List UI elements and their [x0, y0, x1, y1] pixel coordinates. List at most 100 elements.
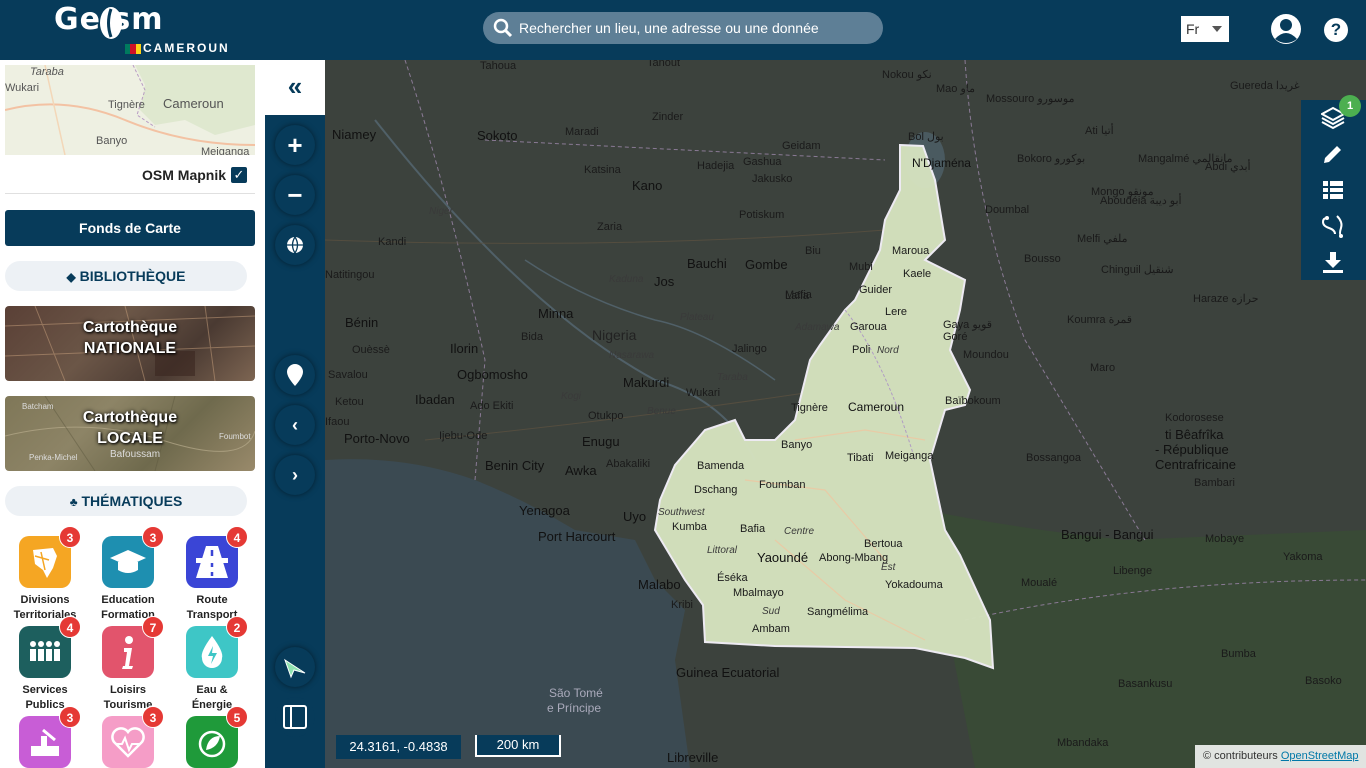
- thematiques-header[interactable]: ♣ THÉMATIQUES: [5, 486, 247, 516]
- map-label: Bol بول: [908, 131, 944, 143]
- basemap-preview[interactable]: Taraba Wukari Tignère Cameroun Banyo Mei…: [5, 65, 255, 155]
- map-label: Nigeria: [592, 327, 637, 343]
- map-label: Banyo: [781, 439, 813, 451]
- map-label: Biu: [805, 245, 821, 257]
- map-label: Garoua: [850, 321, 887, 333]
- map-label: Zinder: [652, 111, 684, 123]
- zoom-out-button[interactable]: −: [275, 175, 315, 215]
- map-label: Moualé: [1021, 577, 1058, 589]
- thematic-route[interactable]: 4 Route Transport: [172, 526, 252, 623]
- map-label: Bertoua: [864, 538, 903, 550]
- cartotheque-nationale-title: Cartothèque NATIONALE: [5, 317, 255, 359]
- search-bar[interactable]: Rechercher un lieu, une adresse ou une d…: [483, 12, 883, 44]
- map-label: Minna: [538, 306, 574, 321]
- map-label: ti Bêafrîka: [1165, 427, 1224, 442]
- map-label: Bokoro بوكورو: [1017, 153, 1086, 165]
- sidebar-toggle-icon[interactable]: [275, 697, 315, 737]
- thematic-divisions[interactable]: 3 Divisions Territoriales: [5, 526, 85, 623]
- map-label: Savalou: [328, 369, 368, 381]
- previous-view-button[interactable]: ‹: [275, 405, 315, 445]
- africa-map-icon: 3: [19, 526, 81, 588]
- map-label: Natitingou: [325, 269, 375, 281]
- map-label: Potiskum: [739, 209, 785, 221]
- route-icon[interactable]: [1321, 214, 1345, 238]
- compass-icon[interactable]: [275, 647, 315, 687]
- location-pin-icon[interactable]: [275, 355, 315, 395]
- map-label: Tignère: [791, 402, 828, 414]
- map-label: Ati أتيا: [1085, 125, 1114, 137]
- map-label: Abong-Mbang: [819, 552, 889, 564]
- map-label: - République: [1155, 442, 1229, 457]
- map-label: Lafia: [785, 290, 809, 302]
- thematic-badge: 4: [59, 616, 81, 638]
- map-label: Nasarawa: [609, 350, 655, 361]
- thematic-loisirs[interactable]: 7 Loisirs Tourisme: [88, 616, 168, 713]
- map-label: Ogbomosho: [457, 367, 528, 382]
- osm-layer-checkbox[interactable]: ✓: [231, 167, 247, 183]
- language-select[interactable]: Fr: [1181, 16, 1229, 42]
- map-label: Gashua: [743, 156, 782, 168]
- map-label: Ouèssè: [352, 344, 390, 356]
- map-label: Enugu: [582, 434, 620, 449]
- collapse-panel-button[interactable]: «: [265, 60, 325, 115]
- fonds-de-carte-button[interactable]: Fonds de Carte: [5, 210, 255, 246]
- locale-small-label: Penka-Michel: [29, 453, 78, 462]
- osm-layer-row[interactable]: OSM Mapnik ✓: [5, 160, 255, 194]
- map-label: Mao ماو: [936, 83, 976, 95]
- map-label: Dschang: [694, 484, 738, 496]
- library-icon: ◆: [66, 270, 76, 284]
- cartotheque-nationale-card[interactable]: Cartothèque NATIONALE: [5, 306, 255, 381]
- map-label: Bafia: [740, 523, 766, 535]
- bibliotheque-header[interactable]: ◆ BIBLIOTHÈQUE: [5, 261, 247, 291]
- map-label: Benue: [647, 406, 676, 417]
- user-account-icon[interactable]: [1270, 13, 1302, 45]
- industry-icon: 3: [19, 706, 81, 768]
- map-label: Southwest: [658, 507, 705, 518]
- map-view[interactable]: Tahoua Tanout Nokou نكو Mao ماو Mossouro…: [325, 60, 1366, 768]
- map-label: Geidam: [782, 140, 821, 152]
- zoom-in-button[interactable]: +: [275, 125, 315, 165]
- map-label: Makurdi: [623, 375, 670, 390]
- thematic-education[interactable]: 3 Education Formation: [88, 526, 168, 623]
- map-label: Jalingo: [732, 343, 767, 355]
- coordinates-readout: 24.3161, -0.4838: [336, 735, 461, 759]
- map-label: Maroua: [892, 245, 930, 257]
- help-icon[interactable]: ?: [1324, 18, 1348, 42]
- table-icon[interactable]: [1321, 178, 1345, 202]
- map-label: Kano: [632, 178, 663, 193]
- next-view-button[interactable]: ›: [275, 455, 315, 495]
- map-label: Ado Ekiti: [470, 400, 514, 412]
- cartotheque-locale-card[interactable]: Batcham Foumbot Penka-Michel Bafoussam C…: [5, 396, 255, 471]
- map-label: Benin City: [485, 458, 545, 473]
- map-label: Jakusko: [752, 173, 793, 185]
- download-icon[interactable]: [1321, 250, 1345, 274]
- map-label: Maradi: [565, 126, 599, 138]
- map-label: Ambam: [752, 623, 790, 635]
- map-label: Kodorosese: [1165, 412, 1224, 424]
- map-label: Mbalmayo: [733, 587, 784, 599]
- map-label: Libreville: [667, 750, 719, 765]
- map-label: Katsina: [584, 164, 621, 176]
- thematic-environnement[interactable]: 5: [172, 706, 252, 768]
- thematic-industrie[interactable]: 3: [5, 706, 85, 768]
- map-label: Yenagoa: [519, 503, 570, 518]
- search-input[interactable]: Rechercher un lieu, une adresse ou une d…: [519, 20, 819, 36]
- map-label: Kumba: [672, 521, 707, 533]
- thematic-sante[interactable]: 3: [88, 706, 168, 768]
- map-label: Bamenda: [697, 460, 745, 472]
- thumb-label: Tignère: [108, 99, 145, 111]
- map-label: Foumban: [759, 479, 806, 491]
- map-label: Wukari: [686, 387, 721, 399]
- osm-link[interactable]: OpenStreetMap: [1281, 750, 1359, 762]
- left-panel: Taraba Wukari Tignère Cameroun Banyo Mei…: [0, 60, 265, 768]
- thematic-services[interactable]: 4 Services Publics: [5, 616, 85, 713]
- map-label: Meiganga: [885, 450, 934, 462]
- locale-small-label: Bafoussam: [110, 449, 161, 460]
- map-label: Centrafricaine: [1155, 457, 1236, 472]
- geosm-logo[interactable]: Ge sm CAMEROUN: [52, 2, 232, 58]
- globe-icon[interactable]: [275, 225, 315, 265]
- thematic-badge: 3: [142, 526, 164, 548]
- draw-pencil-icon[interactable]: [1321, 142, 1345, 166]
- map-label: Ibadan: [415, 392, 455, 407]
- thematic-eau-energie[interactable]: 2 Eau & Énergie: [172, 616, 252, 713]
